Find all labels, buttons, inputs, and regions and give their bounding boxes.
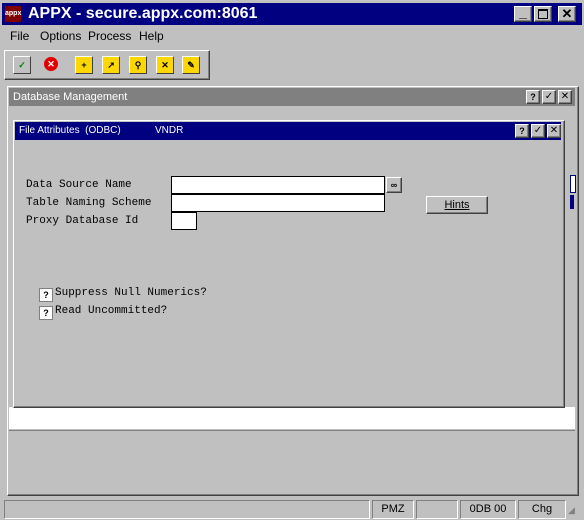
menu-bar: File Options Process Help bbox=[2, 27, 582, 45]
search-folder-icon[interactable]: ⚲ bbox=[129, 56, 147, 74]
check-icon[interactable]: ✓ bbox=[13, 56, 31, 74]
dialog-ok-button[interactable]: ✓ bbox=[531, 124, 545, 138]
menu-file[interactable]: File bbox=[10, 29, 29, 43]
toolbar: ✓ ✕ + ↗ ⚲ ✕ ✎ bbox=[4, 50, 210, 80]
delete-folder-icon[interactable]: ✕ bbox=[156, 56, 174, 74]
new-folder-icon[interactable]: + bbox=[75, 56, 93, 74]
status-cell-mode: Chg bbox=[518, 500, 566, 519]
db-help-button[interactable]: ? bbox=[526, 90, 540, 104]
status-cell-db: 0DB 00 bbox=[460, 500, 516, 519]
maximize-icon bbox=[538, 9, 548, 19]
bg-field-edge bbox=[570, 175, 576, 193]
label-proxy-database-id: Proxy Database Id bbox=[26, 215, 139, 227]
data-source-name-input[interactable] bbox=[171, 176, 385, 194]
suppress-null-numerics-checkbox[interactable]: ? bbox=[39, 288, 53, 302]
edit-folder-icon[interactable]: ✎ bbox=[182, 56, 200, 74]
label-table-naming-scheme: Table Naming Scheme bbox=[26, 197, 152, 209]
menu-options[interactable]: Options bbox=[40, 29, 81, 43]
maximize-button[interactable] bbox=[534, 6, 552, 22]
bg-highlight-edge bbox=[570, 195, 574, 209]
status-cell-main bbox=[4, 500, 370, 519]
dialog-title-bar: File Attributes (ODBC) VNDR ? ✓ ✕ bbox=[15, 122, 561, 140]
hints-button[interactable]: Hints bbox=[426, 196, 488, 214]
menu-process[interactable]: Process bbox=[88, 29, 131, 43]
close-button[interactable]: ✕ bbox=[558, 6, 576, 22]
db-lower-area bbox=[9, 430, 575, 493]
menu-help[interactable]: Help bbox=[139, 29, 164, 43]
label-data-source-name: Data Source Name bbox=[26, 179, 132, 191]
file-attributes-dialog: File Attributes (ODBC) VNDR ? ✓ ✕ Data S… bbox=[13, 120, 565, 408]
stop-icon[interactable]: ✕ bbox=[43, 56, 59, 72]
title-bar: appx APPX - secure.appx.com:8061 _ ✕ bbox=[2, 3, 582, 25]
dialog-help-button[interactable]: ? bbox=[515, 124, 529, 138]
proxy-database-id-input[interactable] bbox=[171, 212, 197, 230]
bg-white-panel bbox=[9, 407, 575, 429]
db-ok-button[interactable]: ✓ bbox=[542, 90, 556, 104]
label-suppress-null-numerics: Suppress Null Numerics? bbox=[55, 287, 207, 299]
minimize-button[interactable]: _ bbox=[514, 5, 532, 22]
label-read-uncommitted: Read Uncommitted? bbox=[55, 305, 168, 317]
status-cell-pmz: PMZ bbox=[372, 500, 414, 519]
app-icon: appx bbox=[5, 6, 21, 22]
table-naming-scheme-input[interactable] bbox=[171, 194, 385, 212]
dialog-close-button[interactable]: ✕ bbox=[547, 124, 561, 138]
db-title-bar: Database Management ? ✓ ✕ bbox=[9, 88, 575, 106]
open-folder-icon[interactable]: ↗ bbox=[102, 56, 120, 74]
binoculars-icon[interactable]: ∞ bbox=[386, 177, 402, 193]
db-close-button[interactable]: ✕ bbox=[558, 90, 572, 104]
resize-grip[interactable]: ◢ bbox=[568, 504, 580, 516]
db-window-title: Database Management bbox=[13, 91, 128, 103]
window-title: APPX - secure.appx.com:8061 bbox=[28, 5, 258, 22]
status-cell-empty bbox=[416, 500, 458, 519]
dialog-record-name: VNDR bbox=[155, 125, 184, 136]
dialog-title: File Attributes (ODBC) bbox=[19, 125, 121, 136]
read-uncommitted-checkbox[interactable]: ? bbox=[39, 306, 53, 320]
hints-button-label: Hints bbox=[444, 199, 470, 211]
stop-circle: ✕ bbox=[44, 57, 58, 71]
